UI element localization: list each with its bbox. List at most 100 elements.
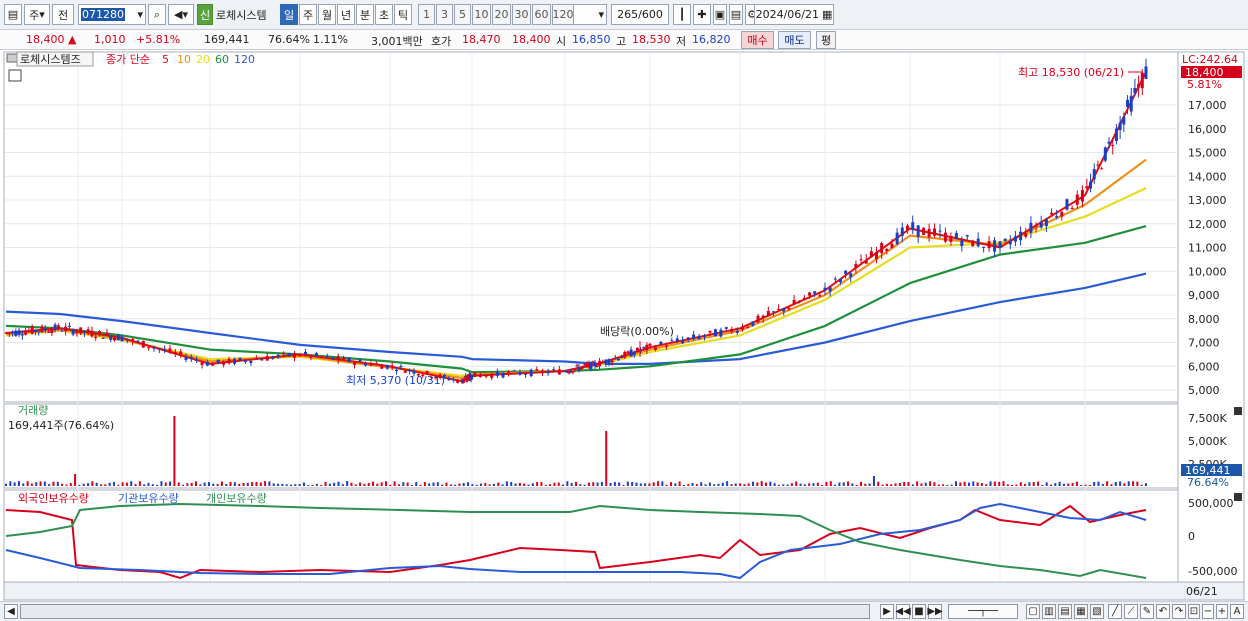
candle-body — [653, 347, 657, 350]
search-icon[interactable]: ⌕ — [148, 4, 166, 25]
candle-body — [71, 329, 75, 335]
ask-label: 호가 — [431, 35, 452, 48]
stock-chart[interactable]: 17,000 16,000 15,000 14,000 13,000 12,000 11,0… — [0, 50, 1248, 601]
layout-e-icon[interactable]: ▧ — [1090, 604, 1104, 619]
candle-body — [571, 371, 575, 373]
candle-body — [708, 330, 712, 333]
volume-bar — [281, 483, 284, 486]
save-icon[interactable]: ▣ — [713, 4, 727, 25]
eval-button[interactable]: 평 — [816, 31, 836, 49]
volume-bar — [665, 484, 668, 486]
multiplier-button-5[interactable]: 30 — [512, 4, 531, 25]
scroll-right-icon[interactable]: ▶ — [880, 604, 894, 619]
candle-body — [761, 315, 765, 319]
volume-bar — [691, 483, 694, 486]
date-input[interactable]: 2024/06/21 ▦ — [754, 4, 834, 25]
zoom-out-icon[interactable]: − — [1202, 604, 1214, 619]
volume-bar — [855, 484, 858, 486]
crosshair-icon[interactable]: ✚ — [693, 4, 711, 25]
volume-bar — [803, 484, 806, 486]
volume-bar — [1088, 484, 1091, 486]
rewind-icon[interactable]: ◀◀ — [895, 604, 911, 619]
volume-bar — [726, 481, 729, 486]
period-button-2[interactable]: 월 — [318, 4, 336, 25]
chart-canvas[interactable]: 17,000 16,000 15,000 14,000 13,000 12,000 11,0… — [0, 50, 1248, 601]
type-select[interactable]: 주 ▾ — [24, 4, 50, 25]
horizontal-scrollbar[interactable] — [20, 604, 870, 619]
zoom-fit-icon[interactable]: ⊡ — [1188, 604, 1200, 619]
zoom-in-icon[interactable]: + — [1216, 604, 1228, 619]
candle-body — [254, 358, 258, 360]
price-tick-label: 10,000 — [1188, 265, 1227, 278]
volume-bar — [894, 483, 897, 486]
volume-bar — [104, 484, 107, 486]
candle-body — [358, 359, 362, 362]
print-icon[interactable]: ▤ — [729, 4, 743, 25]
period-button-0[interactable]: 일 — [280, 4, 298, 25]
multiplier-button-6[interactable]: 60 — [532, 4, 551, 25]
buy-button[interactable]: 매수 — [741, 31, 774, 49]
holdings-panel-close-icon[interactable] — [1234, 493, 1242, 501]
candle-body — [320, 356, 324, 358]
draw-trend-icon[interactable]: ⟋ — [1124, 604, 1138, 619]
multiplier-button-7[interactable]: 120 — [552, 4, 574, 25]
candle-body — [17, 330, 21, 335]
price-change-pct: +5.81% — [136, 33, 181, 46]
forward-icon[interactable]: ▶▶ — [927, 604, 943, 619]
layout-icon[interactable]: ▤ — [4, 4, 22, 25]
stock-code-input[interactable]: 071280 ▾ — [78, 4, 146, 25]
period-button-4[interactable]: 분 — [356, 4, 374, 25]
multiplier-button-3[interactable]: 10 — [472, 4, 491, 25]
draw-line-icon[interactable]: ╱ — [1108, 604, 1122, 619]
candle-body — [90, 330, 94, 337]
multiplier-button-4[interactable]: 20 — [492, 4, 511, 25]
redo-icon[interactable]: ↷ — [1172, 604, 1186, 619]
settings-icon[interactable] — [6, 53, 18, 63]
volume-bar — [203, 482, 206, 486]
layout-c-icon[interactable]: ▤ — [1058, 604, 1072, 619]
volume-bar — [514, 483, 517, 486]
candle-body — [1029, 222, 1033, 233]
prev-button[interactable]: 전 — [52, 4, 74, 25]
calculator-icon[interactable] — [8, 69, 22, 82]
period-button-3[interactable]: 년 — [337, 4, 355, 25]
volume-bar — [1054, 483, 1057, 486]
period-button-1[interactable]: 주 — [299, 4, 317, 25]
candle-body — [369, 363, 373, 366]
volume-panel-close-icon[interactable] — [1234, 407, 1242, 415]
candle-body — [470, 374, 474, 380]
undo-icon[interactable]: ↶ — [1156, 604, 1170, 619]
count-field[interactable]: 265/600 — [611, 4, 669, 25]
candle-body — [565, 371, 569, 373]
multiplier-button-2[interactable]: 5 — [454, 4, 471, 25]
volume-bar — [816, 482, 819, 486]
current-price: 18,400 ▲ — [26, 33, 76, 46]
layout-b-icon[interactable]: ▥ — [1042, 604, 1056, 619]
draw-tool-icon[interactable]: ✎ — [1140, 604, 1154, 619]
candle-body — [211, 363, 215, 366]
zoom-slider[interactable]: ──┬── — [948, 604, 1018, 619]
stop-icon[interactable]: ■ — [912, 604, 926, 619]
volume-bar — [112, 481, 115, 486]
blank-select[interactable]: ▾ — [571, 4, 607, 25]
multiplier-button-1[interactable]: 3 — [436, 4, 453, 25]
period-button-5[interactable]: 초 — [375, 4, 393, 25]
candle-body — [818, 295, 822, 297]
period-button-6[interactable]: 틱 — [394, 4, 412, 25]
font-size-icon[interactable]: A — [1230, 604, 1244, 619]
layout-a-icon[interactable]: ▢ — [1026, 604, 1040, 619]
candle-icon[interactable]: ┃ — [673, 4, 691, 25]
volume-bar — [48, 484, 51, 486]
volume-bar — [842, 482, 845, 486]
new-badge[interactable]: 신 — [197, 4, 213, 25]
candle-body — [403, 370, 407, 373]
multiplier-button-0[interactable]: 1 — [418, 4, 435, 25]
layout-d-icon[interactable]: ▦ — [1074, 604, 1088, 619]
candle-body — [271, 356, 275, 359]
sell-button[interactable]: 매도 — [778, 31, 811, 49]
volume-bar — [1006, 484, 1009, 486]
scroll-left-icon[interactable]: ◀ — [4, 604, 18, 619]
candle-body — [782, 308, 786, 312]
volume-bar — [1058, 481, 1061, 486]
speaker-icon[interactable]: ◀▾ — [168, 4, 194, 25]
